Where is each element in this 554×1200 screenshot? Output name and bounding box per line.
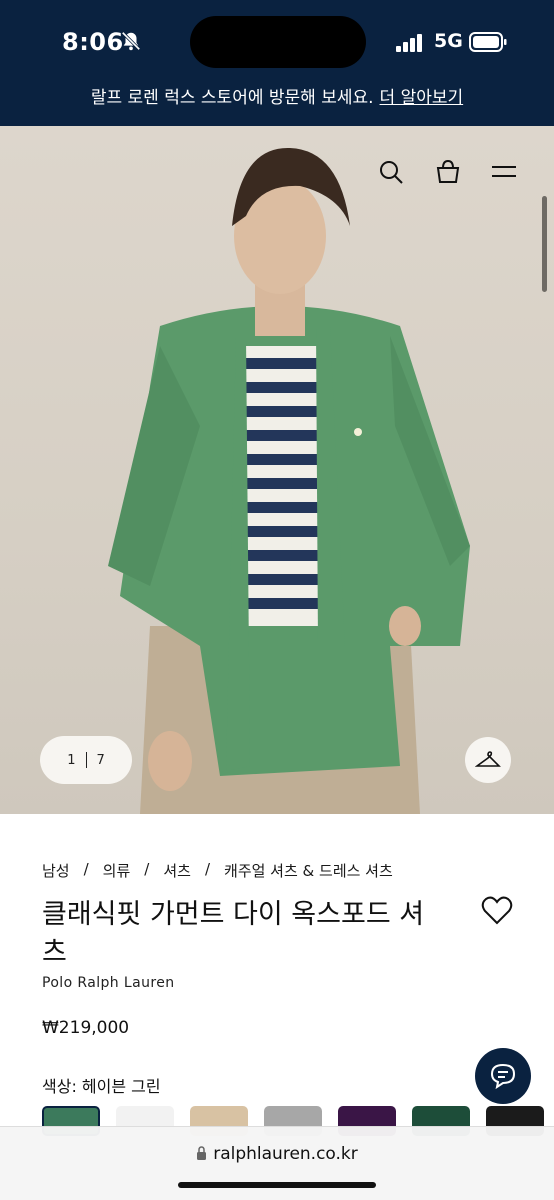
promo-text: 랄프 로렌 럭스 스토어에 방문해 보세요. (90, 88, 374, 108)
breadcrumb-item-casual-dress-shirts[interactable]: 캐주얼 셔츠 & 드레스 셔츠 (224, 860, 393, 881)
gallery-total: 7 (96, 752, 105, 768)
breadcrumb: 남성 / 의류 / 셔츠 / 캐주얼 셔츠 & 드레스 셔츠 (42, 860, 393, 881)
breadcrumb-separator: / (144, 860, 150, 878)
wishlist-heart-icon[interactable] (481, 896, 513, 926)
home-indicator (178, 1182, 376, 1188)
lock-icon (197, 1146, 207, 1160)
model-photo (108, 147, 470, 814)
bell-off-icon (121, 31, 141, 51)
top-band: 8:06 5G 랄프 로렌 럭스 스토어에 방문해 보세요. 더 알아보기 (0, 0, 554, 126)
shopping-bag-icon[interactable] (434, 158, 462, 186)
battery-icon (469, 32, 507, 52)
image-scroll-indicator (542, 196, 547, 292)
gallery-pager: 1 7 (40, 736, 132, 784)
chat-bubble-icon (490, 1063, 516, 1090)
product-brand: Polo Ralph Lauren (42, 975, 175, 991)
promo-learn-more-link[interactable]: 더 알아보기 (380, 88, 464, 108)
breadcrumb-separator: / (204, 860, 211, 878)
network-label: 5G (434, 30, 463, 52)
hanger-icon (475, 751, 501, 767)
virtual-fit-button[interactable] (465, 737, 511, 783)
promo-banner: 랄프 로렌 럭스 스토어에 방문해 보세요. 더 알아보기 (0, 83, 554, 108)
pager-divider (85, 752, 87, 768)
breadcrumb-item-clothing[interactable]: 의류 (103, 860, 131, 881)
signal-icon (396, 34, 422, 52)
product-image[interactable] (0, 126, 554, 814)
url-text: ralphlauren.co.kr (213, 1144, 358, 1164)
breadcrumb-item-shirts[interactable]: 셔츠 (163, 860, 191, 881)
status-bar: 8:06 5G (0, 0, 554, 80)
color-label: 색상: 헤이븐 그린 (42, 1077, 161, 1096)
address-bar[interactable]: ralphlauren.co.kr (0, 1144, 554, 1164)
gallery-current: 1 (67, 752, 76, 768)
product-price: ₩219,000 (42, 1018, 130, 1038)
product-title: 클래식핏 가먼트 다이 옥스포드 셔츠 (42, 899, 425, 968)
breadcrumb-separator: / (83, 860, 89, 878)
breadcrumb-item-men[interactable]: 남성 (42, 860, 70, 881)
menu-icon[interactable] (490, 158, 518, 186)
status-time: 8:06 (62, 28, 124, 56)
search-icon[interactable] (377, 158, 405, 186)
dynamic-island (190, 16, 366, 68)
chat-button[interactable] (475, 1048, 531, 1104)
